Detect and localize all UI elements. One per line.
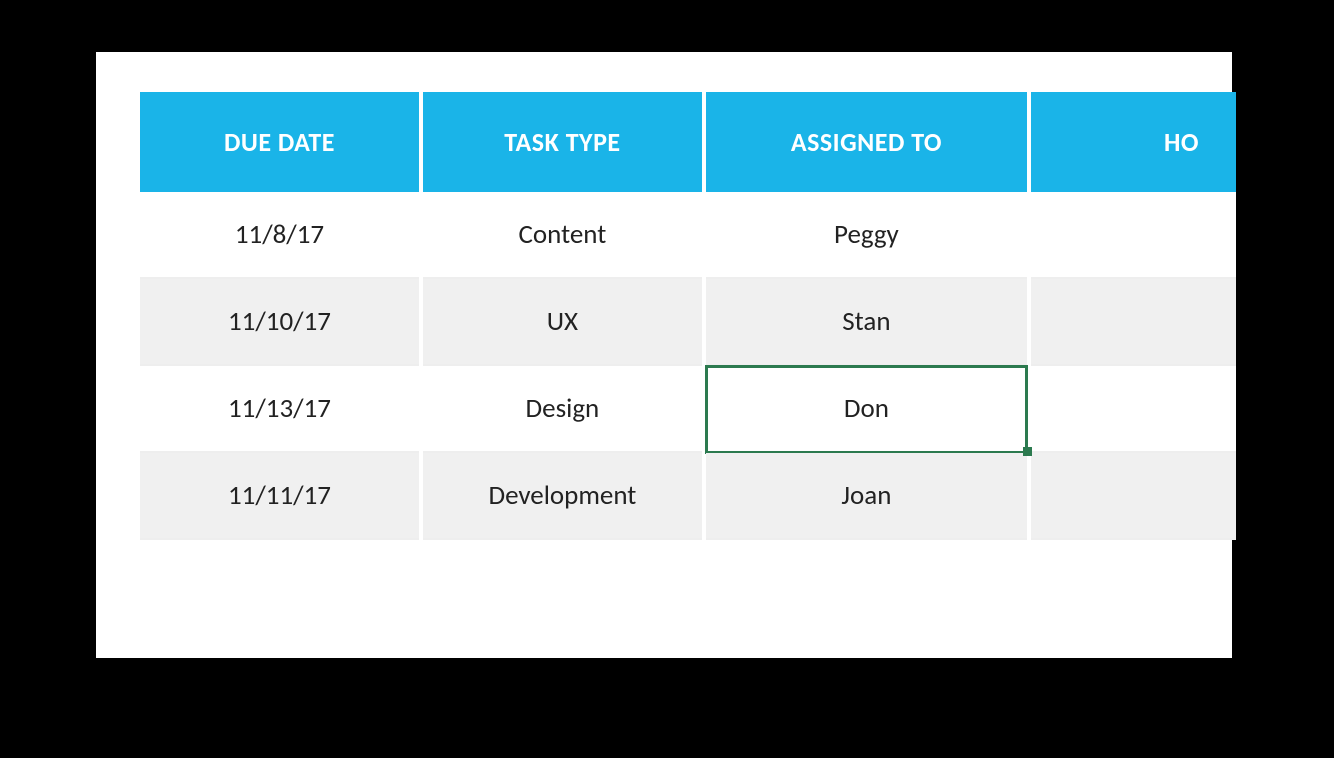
fill-handle-icon[interactable] bbox=[1023, 447, 1032, 456]
header-hours[interactable]: HO bbox=[1031, 92, 1236, 192]
header-due-date[interactable]: DUE DATE bbox=[140, 92, 419, 192]
task-table-container: DUE DATE TASK TYPE ASSIGNED TO HO 11/8/1… bbox=[136, 92, 1236, 540]
table-row: 11/11/17 Development Joan bbox=[140, 453, 1236, 540]
slide-canvas: DUE DATE TASK TYPE ASSIGNED TO HO 11/8/1… bbox=[96, 52, 1232, 658]
table-row: 11/10/17 UX Stan bbox=[140, 279, 1236, 366]
cell-due-date[interactable]: 11/11/17 bbox=[140, 453, 419, 540]
header-task-type[interactable]: TASK TYPE bbox=[423, 92, 702, 192]
cell-hours[interactable] bbox=[1031, 366, 1236, 453]
cell-task-type[interactable]: Content bbox=[423, 192, 702, 279]
cell-task-type[interactable]: Design bbox=[423, 366, 702, 453]
cell-hours[interactable] bbox=[1031, 192, 1236, 279]
cell-due-date[interactable]: 11/8/17 bbox=[140, 192, 419, 279]
cell-task-type[interactable]: UX bbox=[423, 279, 702, 366]
cell-task-type[interactable]: Development bbox=[423, 453, 702, 540]
cell-assigned-to[interactable]: Joan bbox=[706, 453, 1027, 540]
table-row: 11/8/17 Content Peggy bbox=[140, 192, 1236, 279]
cell-assigned-to[interactable]: Stan bbox=[706, 279, 1027, 366]
table-header-row: DUE DATE TASK TYPE ASSIGNED TO HO bbox=[140, 92, 1236, 192]
cell-due-date[interactable]: 11/10/17 bbox=[140, 279, 419, 366]
cell-assigned-to[interactable]: Peggy bbox=[706, 192, 1027, 279]
cell-hours[interactable] bbox=[1031, 453, 1236, 540]
table-row: 11/13/17 Design Don bbox=[140, 366, 1236, 453]
cell-due-date[interactable]: 11/13/17 bbox=[140, 366, 419, 453]
cell-assigned-to-selected[interactable]: Don bbox=[706, 366, 1027, 453]
task-table[interactable]: DUE DATE TASK TYPE ASSIGNED TO HO 11/8/1… bbox=[136, 92, 1236, 540]
cell-hours[interactable] bbox=[1031, 279, 1236, 366]
header-assigned-to[interactable]: ASSIGNED TO bbox=[706, 92, 1027, 192]
